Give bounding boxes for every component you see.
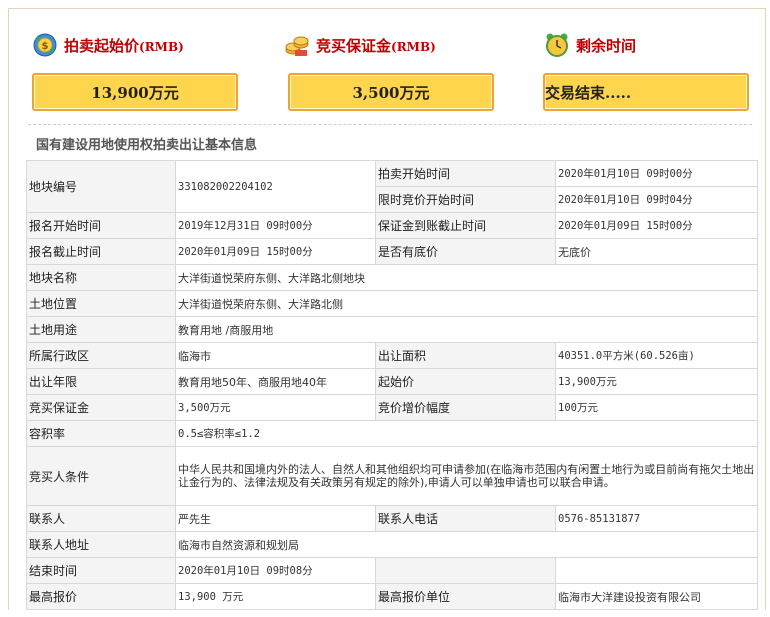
deposit-deadline-value: 2020年01月09日 15时00分 [555, 212, 758, 239]
remaining-value: 交易结束..... [545, 83, 632, 102]
table-row: 最高报价 13,900 万元 最高报价单位 临海市大洋建设投资有限公司 [26, 583, 758, 610]
remaining-header: 剩余时间 [544, 28, 764, 62]
alarm-clock-icon [544, 32, 570, 58]
timed-bid-start-label: 限时竞价开始时间 [375, 186, 556, 213]
table-row: 土地位置 大洋街道悦荣府东侧、大洋路北侧 [26, 290, 758, 317]
increment-label: 竞价增价幅度 [375, 394, 556, 421]
land-use-label: 土地用途 [26, 316, 176, 343]
reg-end-label: 报名截止时间 [26, 238, 176, 265]
location-label: 土地位置 [26, 290, 176, 317]
auction-start-label: 拍卖开始时间 [375, 160, 556, 187]
table-row: 地块编号 331082002204102 拍卖开始时间 2020年01月10日 … [26, 160, 758, 213]
district-value: 临海市 [175, 342, 376, 369]
reserve-value: 无底价 [555, 238, 758, 265]
start-price-value: 13,900万元 [91, 83, 179, 102]
table-row: 联系人 严先生 联系人电话 0576-85131877 [26, 505, 758, 532]
deposit-row-label: 竞买保证金 [26, 394, 176, 421]
table-row: 出让年限 教育用地50年、商服用地40年 起始价 13,900万元 [26, 368, 758, 395]
table-row: 地块名称 大洋街道悦荣府东侧、大洋路北侧地块 [26, 264, 758, 291]
parcel-name-label: 地块名称 [26, 264, 176, 291]
start-price-label: 拍卖起始价(RMB) [64, 36, 184, 55]
area-label: 出让面积 [375, 342, 556, 369]
auction-start-value: 2020年01月10日 09时00分 [555, 160, 758, 187]
reserve-label: 是否有底价 [375, 238, 556, 265]
term-value: 教育用地50年、商服用地40年 [175, 368, 376, 395]
start-price-row-value: 13,900万元 [555, 368, 758, 395]
increment-value: 100万元 [555, 394, 758, 421]
info-table: 地块编号 331082002204102 拍卖开始时间 2020年01月10日 … [26, 160, 758, 610]
deposit-box: 3,500万元 [288, 73, 494, 111]
reg-end-value: 2020年01月09日 15时00分 [175, 238, 376, 265]
empty-value-cell [555, 557, 758, 584]
money-refresh-icon: $ [32, 32, 58, 58]
top-bidder-label: 最高报价单位 [375, 583, 556, 610]
bidder-cond-label: 竞买人条件 [26, 446, 176, 506]
far-value: 0.5≤容积率≤1.2 [175, 420, 758, 447]
end-time-label: 结束时间 [26, 557, 176, 584]
table-row: 联系人地址 临海市自然资源和规划局 [26, 531, 758, 558]
address-value: 临海市自然资源和规划局 [175, 531, 758, 558]
top-bid-value: 13,900 万元 [175, 583, 376, 610]
table-row: 容积率 0.5≤容积率≤1.2 [26, 420, 758, 447]
empty-label-cell [375, 557, 556, 584]
table-row: 结束时间 2020年01月10日 09时08分 [26, 557, 758, 584]
land-use-value: 教育用地 /商服用地 [175, 316, 758, 343]
start-price-header: $ 拍卖起始价(RMB) [32, 28, 252, 62]
deposit-header: 竞买保证金(RMB) [284, 28, 504, 62]
table-row: 报名开始时间 2019年12月31日 09时00分 保证金到账截止时间 2020… [26, 212, 758, 239]
far-label: 容积率 [26, 420, 176, 447]
section-divider [28, 124, 752, 125]
top-bidder-value: 临海市大洋建设投资有限公司 [555, 583, 758, 610]
start-price-box: 13,900万元 [32, 73, 238, 111]
phone-value: 0576-85131877 [555, 505, 758, 532]
bidder-cond-value: 中华人民共和国境内外的法人、自然人和其他组织均可申请参加(在临海市范围内有闲置土… [175, 446, 758, 506]
table-row: 所属行政区 临海市 出让面积 40351.0平方米(60.526亩) [26, 342, 758, 369]
top-bid-label: 最高报价 [26, 583, 176, 610]
table-row: 报名截止时间 2020年01月09日 15时00分 是否有底价 无底价 [26, 238, 758, 265]
auction-summary: $ 拍卖起始价(RMB) 13,900万元 竞买保证金(RMB) 3,500万元… [0, 0, 770, 120]
svg-text:$: $ [42, 41, 49, 52]
deposit-row-value: 3,500万元 [175, 394, 376, 421]
parcel-no-value: 331082002204102 [175, 160, 376, 213]
parcel-name-value: 大洋街道悦荣府东侧、大洋路北侧地块 [175, 264, 758, 291]
end-time-value: 2020年01月10日 09时08分 [175, 557, 376, 584]
table-row: 竞买人条件 中华人民共和国境内外的法人、自然人和其他组织均可申请参加(在临海市范… [26, 446, 758, 506]
section-title: 国有建设用地使用权拍卖出让基本信息 [36, 138, 258, 153]
district-label: 所属行政区 [26, 342, 176, 369]
deposit-deadline-label: 保证金到账截止时间 [375, 212, 556, 239]
remaining-box: 交易结束..... [543, 73, 749, 111]
reg-start-label: 报名开始时间 [26, 212, 176, 239]
table-row: 土地用途 教育用地 /商服用地 [26, 316, 758, 343]
deposit-value: 3,500万元 [352, 83, 430, 102]
term-label: 出让年限 [26, 368, 176, 395]
contact-label: 联系人 [26, 505, 176, 532]
area-value: 40351.0平方米(60.526亩) [555, 342, 758, 369]
table-row: 竞买保证金 3,500万元 竞价增价幅度 100万元 [26, 394, 758, 421]
remaining-label: 剩余时间 [576, 36, 637, 55]
address-label: 联系人地址 [26, 531, 176, 558]
phone-label: 联系人电话 [375, 505, 556, 532]
parcel-no-label: 地块编号 [26, 160, 176, 213]
contact-value: 严先生 [175, 505, 376, 532]
timed-bid-start-value: 2020年01月10日 09时04分 [555, 186, 758, 213]
reg-start-value: 2019年12月31日 09时00分 [175, 212, 376, 239]
coins-icon [284, 32, 310, 58]
start-price-row-label: 起始价 [375, 368, 556, 395]
location-value: 大洋街道悦荣府东侧、大洋路北侧 [175, 290, 758, 317]
deposit-label: 竞买保证金(RMB) [316, 36, 436, 55]
